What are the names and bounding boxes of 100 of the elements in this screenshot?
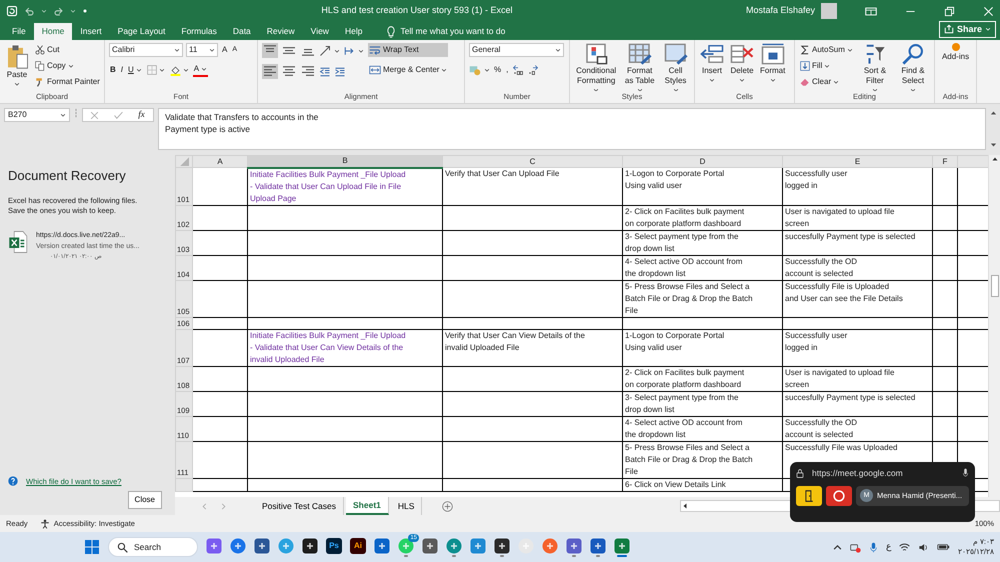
wifi-icon[interactable] <box>898 542 910 552</box>
increase-decimal-icon[interactable] <box>512 64 524 76</box>
text-orientation-icon[interactable] <box>319 44 331 56</box>
top-align-icon[interactable] <box>262 43 278 58</box>
table-cell: 3- Select payment type from the drop down list <box>622 391 782 416</box>
find-select-button[interactable]: Find & Select <box>896 43 930 91</box>
ribbon-tab[interactable]: Page Layout <box>110 23 174 40</box>
search-field[interactable]: Search <box>108 537 198 557</box>
ribbon-tab[interactable]: Insert <box>72 23 110 40</box>
align-left-icon[interactable] <box>262 64 278 79</box>
ribbon-tab[interactable]: File <box>4 23 34 40</box>
scroll-down-icon[interactable] <box>990 142 997 148</box>
ribbon-tab[interactable]: Help <box>336 23 370 40</box>
ribbon-tab[interactable]: Data <box>224 23 259 40</box>
microphone-icon[interactable] <box>962 468 969 478</box>
font-size-field[interactable]: 11 <box>186 43 218 57</box>
meeting-url: https://meet.google.com <box>812 467 903 480</box>
lightbulb-icon <box>386 26 396 38</box>
column-header[interactable]: A <box>192 156 248 168</box>
caret-icon <box>833 79 840 85</box>
accessibility-icon <box>40 518 50 528</box>
redo-icon[interactable] <box>53 6 64 16</box>
text-direction-icon[interactable] <box>343 44 355 56</box>
scroll-thumb[interactable] <box>990 275 998 297</box>
column-header[interactable]: F <box>932 156 958 168</box>
paste-button[interactable]: Paste <box>4 43 30 91</box>
clear-button[interactable]: Clear <box>799 75 854 89</box>
format-as-table-button[interactable]: Format as Table <box>622 43 658 91</box>
camera-off-icon[interactable] <box>850 542 861 552</box>
battery-icon[interactable] <box>936 542 950 552</box>
restore-icon[interactable] <box>944 6 955 16</box>
delete-button[interactable]: Delete <box>729 43 755 91</box>
illustrator-icon[interactable]: Ai <box>350 538 366 554</box>
speaker-icon[interactable] <box>918 542 929 552</box>
caret-icon <box>593 87 600 91</box>
column-header[interactable]: E <box>782 156 932 168</box>
decrease-decimal-icon[interactable] <box>527 64 540 76</box>
copy-button[interactable]: Copy <box>34 59 100 73</box>
comma-button[interactable]: , <box>505 63 510 77</box>
formula-text-field[interactable]: Validate that Transfers to accounts in the Payment type is active <box>158 108 986 150</box>
name-box[interactable]: B270 <box>4 108 70 122</box>
table-cell: Initiate Facilities Bulk Payment _File Upload - Validate that User Can Upload File in File Upload Page <box>248 168 442 205</box>
font-name-field[interactable]: Calibri <box>109 43 183 57</box>
conditional-formatting-button[interactable]: Conditional Formatting <box>574 43 618 91</box>
column-header[interactable]: B <box>248 156 442 168</box>
format-button[interactable]: Format <box>759 43 786 91</box>
record-button[interactable] <box>826 486 852 506</box>
align-center-icon[interactable] <box>281 64 297 79</box>
decrease-indent-icon[interactable] <box>319 66 331 78</box>
save-icon[interactable] <box>6 5 18 17</box>
autosum-button[interactable]: AutoSum <box>799 43 854 57</box>
increase-indent-icon[interactable] <box>334 66 346 78</box>
ribbon-tab[interactable]: Formulas <box>173 23 225 40</box>
close-button[interactable]: Close <box>128 491 162 509</box>
wrap-icon <box>369 44 381 56</box>
percent-button[interactable]: % <box>493 63 502 77</box>
customize-caret-icon[interactable] <box>82 8 88 14</box>
share-icon <box>944 24 954 34</box>
sort-filter-button[interactable]: Sort & Filter <box>858 43 892 91</box>
format-painter-button[interactable]: Format Painter <box>34 75 100 89</box>
start-icon[interactable] <box>84 539 100 555</box>
tell-me-search[interactable]: Tell me what you want to do <box>400 25 506 38</box>
insert-button[interactable]: Insert <box>699 43 725 91</box>
scroll-left-icon[interactable] <box>681 502 689 510</box>
underline-button[interactable]: U <box>127 63 143 77</box>
cell-styles-button[interactable]: Cell Styles <box>661 43 690 91</box>
merge-center-button[interactable]: Merge & Center <box>368 63 448 77</box>
add-ins-button[interactable]: Add-ins <box>939 43 972 91</box>
photoshop-icon[interactable]: Ps <box>326 538 342 554</box>
leave-button[interactable] <box>796 486 822 506</box>
italic-button[interactable]: I <box>120 63 124 77</box>
wrap-text-button[interactable]: Wrap Text <box>368 43 448 57</box>
share-button[interactable]: Share <box>938 20 996 38</box>
number-format-field[interactable]: General <box>469 43 564 57</box>
column-header[interactable]: D <box>622 156 782 168</box>
ribbon-tab[interactable]: Home <box>34 23 72 40</box>
scroll-up-icon[interactable] <box>990 110 997 116</box>
undo-icon[interactable] <box>24 6 35 16</box>
excel-file-icon[interactable] <box>8 230 28 254</box>
insert-function-button[interactable]: fx <box>137 109 146 121</box>
font-color-button[interactable]: A <box>192 63 208 77</box>
brush-icon <box>35 77 45 87</box>
ribbon-display-icon[interactable] <box>865 6 877 16</box>
table-cell: 6- Click on View Details Link <box>622 478 782 491</box>
ribbon-tab[interactable]: Review <box>258 23 303 40</box>
chevron-up-icon[interactable] <box>832 542 842 552</box>
grow-font-button[interactable]: A <box>221 43 228 57</box>
sheet-tab[interactable]: Sheet1 <box>346 497 389 515</box>
language-indicator[interactable]: ع <box>886 540 891 554</box>
window-title: HLS and test creation User story 593 (1) - Excel <box>321 5 513 16</box>
close-icon[interactable] <box>983 6 994 16</box>
checkmark-icon[interactable] <box>114 110 123 120</box>
cut-button[interactable]: Cut <box>34 43 100 57</box>
column-header[interactable]: C <box>442 156 622 168</box>
add-sheet-icon[interactable] <box>442 500 454 512</box>
ribbon-tab[interactable]: View <box>302 23 337 40</box>
bold-button[interactable]: B <box>109 63 117 77</box>
fill-button[interactable]: Fill <box>799 59 854 73</box>
scroll-up-icon[interactable] <box>990 155 998 163</box>
align-right-icon[interactable] <box>300 64 316 79</box>
